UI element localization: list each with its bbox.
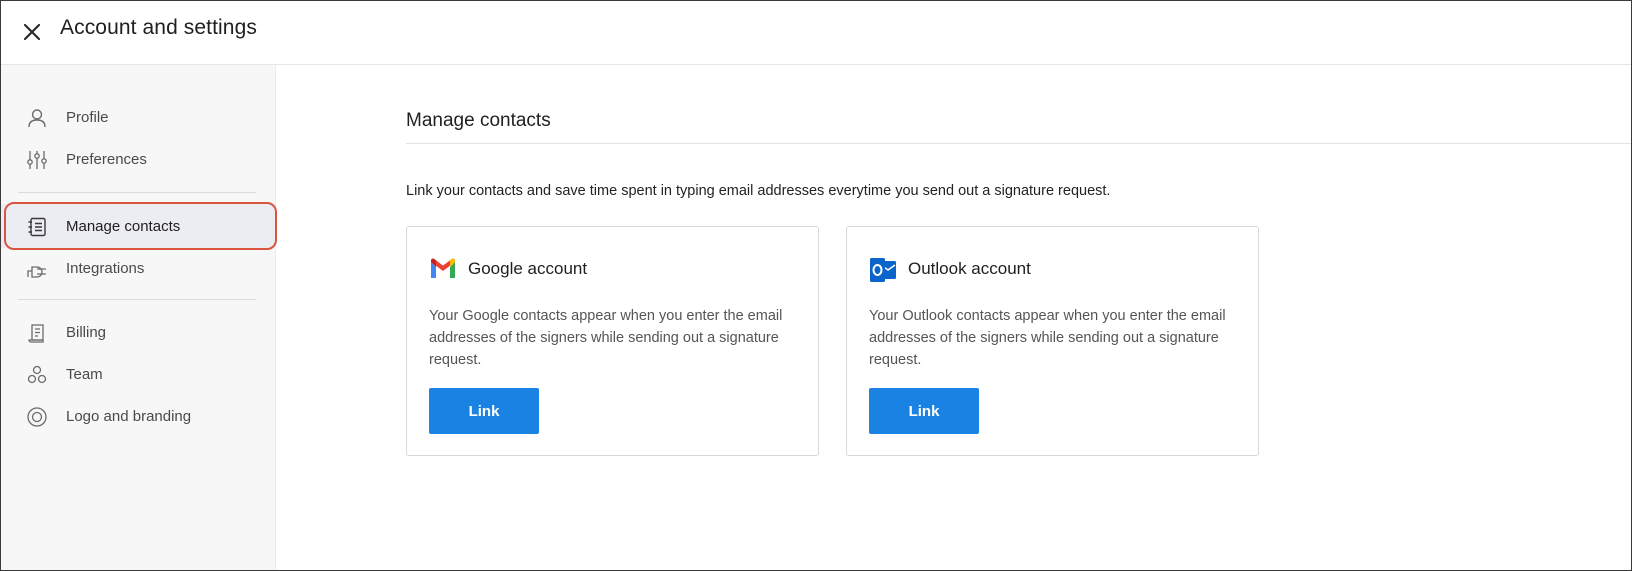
sidebar: Profile Preferences Manage contacts Inte…: [1, 65, 276, 570]
receipt-icon: [25, 321, 49, 345]
sliders-icon: [25, 148, 49, 172]
sidebar-item-label: Manage contacts: [66, 217, 181, 235]
sidebar-item-manage-contacts[interactable]: Manage contacts: [1, 204, 276, 248]
card-title: Google account: [468, 259, 588, 278]
outlook-link-button[interactable]: Link: [869, 388, 979, 434]
top-bar: Account and settings: [1, 1, 1631, 65]
section-description: Link your contacts and save time spent i…: [406, 183, 1111, 199]
sidebar-divider: [18, 192, 256, 193]
sidebar-item-label: Billing: [66, 323, 107, 341]
section-divider: [406, 143, 1631, 144]
page-title: Account and settings: [60, 16, 257, 39]
sidebar-item-label: Preferences: [66, 150, 147, 168]
google-link-button[interactable]: Link: [429, 388, 539, 434]
target-icon: [25, 405, 49, 429]
sidebar-item-billing[interactable]: Billing: [1, 310, 276, 354]
card-title: Outlook account: [908, 259, 1031, 278]
sidebar-item-preferences[interactable]: Preferences: [1, 137, 276, 181]
sidebar-item-team[interactable]: Team: [1, 352, 276, 396]
card-description: Your Google contacts appear when you ent…: [429, 308, 783, 368]
plug-icon: [25, 257, 49, 281]
sidebar-item-label: Profile: [66, 108, 109, 126]
google-account-card: Google account Your Google contacts appe…: [406, 226, 819, 456]
close-icon: [23, 23, 41, 41]
team-icon: [25, 363, 49, 387]
contacts-book-icon: [25, 215, 49, 239]
sidebar-item-label: Logo and branding: [66, 407, 192, 425]
sidebar-item-logo-and-branding[interactable]: Logo and branding: [1, 394, 276, 438]
card-description: Your Outlook contacts appear when you en…: [869, 308, 1226, 368]
settings-window: Account and settings Profile Preferences…: [0, 0, 1632, 571]
sidebar-item-profile[interactable]: Profile: [1, 95, 276, 139]
sidebar-divider: [18, 299, 256, 300]
main-content: Manage contacts Link your contacts and s…: [277, 65, 1631, 570]
close-button[interactable]: [19, 19, 45, 45]
sidebar-item-integrations[interactable]: Integrations: [1, 246, 276, 290]
sidebar-item-label: Team: [66, 365, 103, 383]
outlook-account-card: Outlook account Your Outlook contacts ap…: [846, 226, 1259, 456]
outlook-icon: [869, 257, 897, 283]
gmail-icon: [429, 257, 457, 283]
sidebar-item-label: Integrations: [66, 259, 145, 277]
section-title: Manage contacts: [406, 110, 551, 131]
user-icon: [25, 106, 49, 130]
